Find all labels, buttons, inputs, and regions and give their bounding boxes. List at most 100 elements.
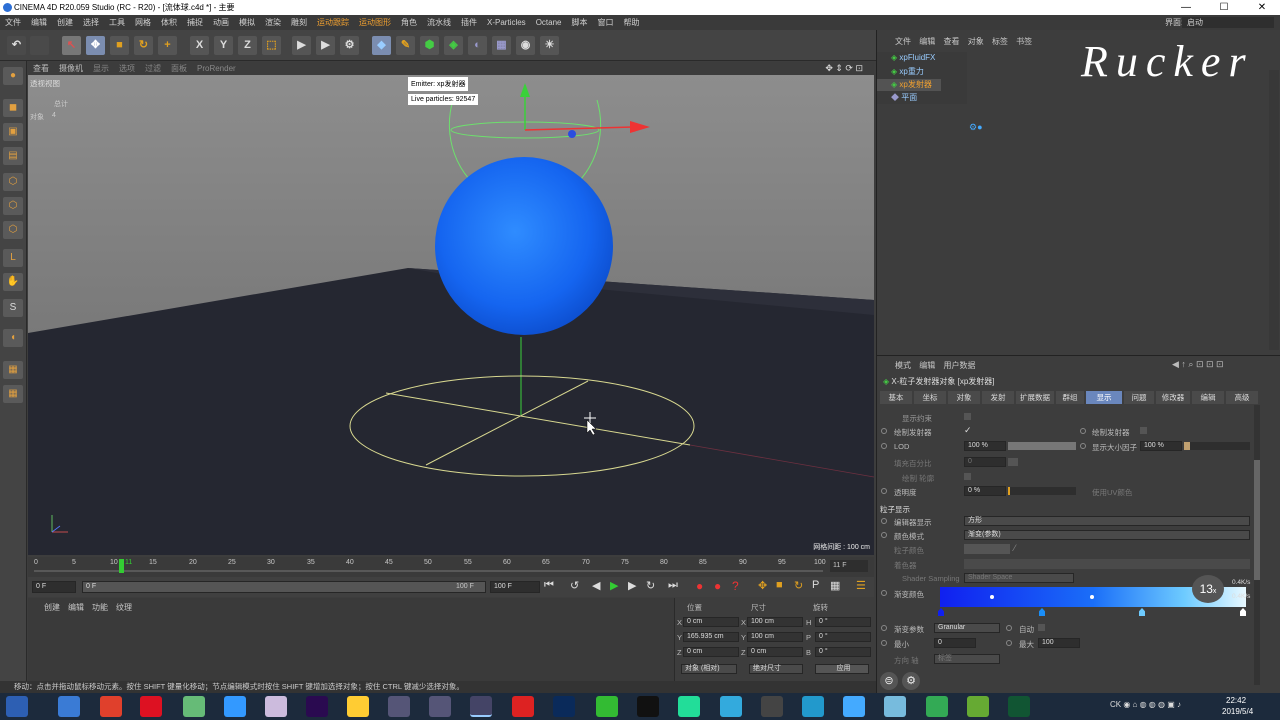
app-g-icon[interactable]	[637, 696, 659, 717]
size-z-field[interactable]: 0 cm	[747, 647, 803, 657]
notepad-icon[interactable]	[967, 696, 989, 717]
gradient-midpoint-1[interactable]	[990, 595, 994, 599]
search-icon[interactable]	[58, 696, 80, 717]
autokey-icon[interactable]: ●	[714, 579, 721, 593]
z-axis-lock-icon[interactable]: Z	[238, 36, 257, 55]
coords-apply-button[interactable]: 应用	[815, 664, 869, 674]
attr-menu-userdata[interactable]: 用户数据	[943, 361, 975, 370]
pos-y-field[interactable]: 165.935 cm	[683, 632, 739, 642]
app-hub-icon[interactable]	[265, 696, 287, 717]
minimize-button[interactable]: —	[1168, 0, 1204, 15]
fill-percentage-field[interactable]: 0	[964, 457, 1006, 467]
pos-z-field[interactable]: 0 cm	[683, 647, 739, 657]
viewport-menu-camera[interactable]: 摄像机	[54, 62, 88, 75]
record-icon[interactable]: ●	[696, 579, 703, 593]
windows-start-icon[interactable]	[6, 696, 28, 717]
rot-b-field[interactable]: 0 °	[815, 647, 871, 657]
browser-icon[interactable]	[843, 696, 865, 717]
menu-animate[interactable]: 动画	[208, 15, 234, 30]
app-teal-icon[interactable]	[802, 696, 824, 717]
pen-icon[interactable]: ✎	[396, 36, 415, 55]
draw-outline-checkbox[interactable]	[964, 473, 971, 480]
om-menu-bookmarks[interactable]: 书签	[1016, 37, 1032, 46]
om-menu-view[interactable]: 查看	[943, 37, 959, 46]
menu-select[interactable]: 选择	[78, 15, 104, 30]
photoshop-icon[interactable]	[553, 696, 575, 717]
menu-mograph[interactable]: 运动图形	[354, 15, 396, 30]
render-picture-viewer-icon[interactable]: ▶	[316, 36, 335, 55]
keyframe-selection-icon[interactable]: ?	[732, 579, 739, 593]
key-pla-icon[interactable]: ▦	[830, 579, 840, 592]
rotate-icon[interactable]: ↻	[134, 36, 153, 55]
color-mode-select[interactable]: 渐变(参数)	[964, 530, 1250, 540]
om-menu-edit[interactable]: 编辑	[919, 37, 935, 46]
anim-dot-draw-emitter[interactable]	[881, 428, 887, 434]
attr-tab-groups[interactable]: 群组	[1056, 391, 1084, 404]
rot-h-field[interactable]: 0 °	[815, 617, 871, 627]
attr-tab-extended[interactable]: 扩展数据	[1016, 391, 1054, 404]
prev-frame-icon[interactable]: ◀	[592, 579, 600, 592]
mat-menu-texture[interactable]: 纹理	[116, 602, 132, 613]
grid-lock-icon[interactable]: ▦	[3, 385, 23, 403]
end-frame-field[interactable]: 100 F	[490, 581, 540, 593]
viewport-menu-view[interactable]: 查看	[28, 62, 54, 75]
viewport-menu-options[interactable]: 选项	[114, 62, 140, 75]
attr-scrollbar[interactable]	[1254, 405, 1260, 685]
key-param-icon[interactable]: P	[812, 579, 819, 591]
app-blue-icon[interactable]	[720, 696, 742, 717]
anim-dot-gradient[interactable]	[881, 590, 887, 596]
attr-tab-modifiers[interactable]: 修改器	[1156, 391, 1190, 404]
anim-dot-max[interactable]	[1006, 640, 1012, 646]
redo-icon[interactable]	[30, 36, 49, 55]
attr-menu-mode[interactable]: 模式	[895, 361, 911, 370]
gradient-midpoint-2[interactable]	[1090, 595, 1094, 599]
grid-icon[interactable]: ▦	[3, 361, 23, 379]
tweak-mode-icon[interactable]: ✋	[3, 273, 23, 291]
viewport-menu-filter[interactable]: 过滤	[140, 62, 166, 75]
x-axis-lock-icon[interactable]: X	[190, 36, 209, 55]
render-view-icon[interactable]: ▶	[292, 36, 311, 55]
attr-tab-coords[interactable]: 坐标	[914, 391, 946, 404]
app-green-icon[interactable]	[183, 696, 205, 717]
mat-menu-function[interactable]: 功能	[92, 602, 108, 613]
edges-mode-icon[interactable]: ⬡	[3, 197, 23, 215]
scale-icon[interactable]: ■	[110, 36, 129, 55]
anim-dot-color-mode[interactable]	[881, 532, 887, 538]
anim-dot-draw-emitter-r[interactable]	[1080, 428, 1086, 434]
shader-field[interactable]	[964, 559, 1250, 569]
deformer-icon[interactable]: ◐	[468, 36, 487, 55]
menu-create[interactable]: 创建	[52, 15, 78, 30]
coordinate-system-icon[interactable]: ⬚	[262, 36, 281, 55]
maximize-button[interactable]: ☐	[1206, 0, 1242, 15]
om-menu-tags[interactable]: 标签	[992, 37, 1008, 46]
menu-script[interactable]: 脚本	[566, 15, 592, 30]
mat-menu-create[interactable]: 创建	[44, 602, 60, 613]
anim-dot-editor-display[interactable]	[881, 518, 887, 524]
attr-nav-icons[interactable]: ◀ ↑ ⌕ ⊡ ⊡ ⊡	[1172, 359, 1224, 370]
shader-sampling-select[interactable]: Shader Space	[964, 573, 1074, 583]
start-frame-field[interactable]: 0 F	[32, 581, 76, 593]
attr-tab-questions[interactable]: 问题	[1124, 391, 1154, 404]
anim-dot-lod[interactable]	[881, 443, 887, 449]
light-icon[interactable]: ☀	[540, 36, 559, 55]
timeline-layout-icon[interactable]: ☰	[856, 579, 866, 592]
make-editable-icon[interactable]: ●	[3, 67, 23, 85]
viewport-menu-prorender[interactable]: ProRender	[192, 62, 241, 75]
pos-x-field[interactable]: 0 cm	[683, 617, 739, 627]
app-sky-icon[interactable]	[884, 696, 906, 717]
attr-tab-basic[interactable]: 基本	[880, 391, 912, 404]
premiere-icon[interactable]	[306, 696, 328, 717]
opacity-slider[interactable]	[1008, 487, 1076, 495]
size-y-field[interactable]: 100 cm	[747, 632, 803, 642]
next-key-icon[interactable]: ↻	[646, 579, 655, 592]
menu-volume[interactable]: 体积	[156, 15, 182, 30]
points-mode-icon[interactable]: ⬡	[3, 173, 23, 191]
menu-character[interactable]: 角色	[396, 15, 422, 30]
magnet-icon[interactable]: ◖	[3, 329, 23, 347]
app-circle-icon[interactable]	[388, 696, 410, 717]
goto-end-icon[interactable]: ⏭	[668, 579, 678, 592]
attr-tab-display[interactable]: 显示	[1086, 391, 1122, 404]
last-tool-icon[interactable]: +	[158, 36, 177, 55]
current-frame-field[interactable]: 11 F	[830, 560, 868, 572]
app-circle-2-icon[interactable]	[429, 696, 451, 717]
